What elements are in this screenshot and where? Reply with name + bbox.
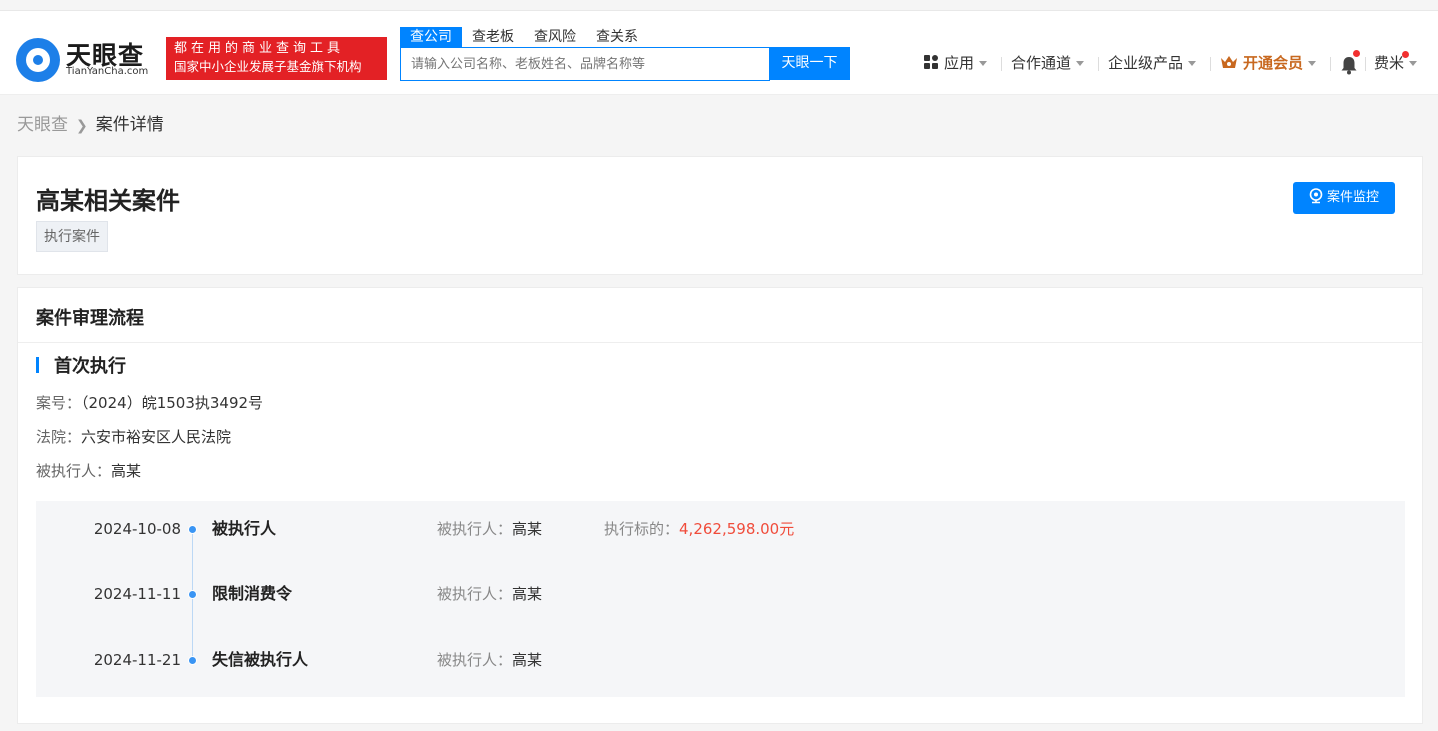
nav-divider bbox=[1365, 57, 1366, 71]
tab-search-company[interactable]: 查公司 bbox=[400, 27, 462, 47]
nav-divider bbox=[1330, 57, 1331, 71]
timeline-item: 2024-11-21 失信被执行人 被执行人：高某 bbox=[36, 648, 1405, 672]
search-input[interactable] bbox=[401, 48, 769, 80]
nav-cooperation[interactable]: 合作通道 bbox=[1011, 51, 1085, 75]
breadcrumb-home[interactable]: 天眼查 bbox=[17, 115, 68, 135]
timeline-dot bbox=[188, 525, 197, 534]
search-box bbox=[400, 47, 770, 81]
slogan-line-1: 都在用的商业查询工具 bbox=[174, 41, 345, 56]
party-label: 被执行人： bbox=[437, 520, 513, 538]
case-number-label: 案号： bbox=[36, 394, 82, 412]
timeline-event[interactable]: 被执行人 bbox=[212, 517, 276, 541]
chevron-down-icon bbox=[1188, 61, 1197, 66]
apps-grid-icon bbox=[924, 55, 939, 70]
nav-divider bbox=[1001, 57, 1002, 71]
notification-dot bbox=[1353, 50, 1360, 57]
timeline-date: 2024-11-21 bbox=[93, 651, 181, 669]
breadcrumb-current: 案件详情 bbox=[95, 115, 164, 135]
amount-label: 执行标的： bbox=[604, 520, 680, 538]
nav-enterprise[interactable]: 企业级产品 bbox=[1108, 51, 1197, 75]
case-process-card: 案件审理流程 首次执行 案号：（2024）皖1503执3492号 法院：六安市裕… bbox=[17, 287, 1423, 724]
tianyancha-logo[interactable]: 天眼查 TianYanCha.com bbox=[16, 36, 161, 84]
section-divider bbox=[18, 342, 1422, 343]
case-number-row: 案号：（2024）皖1503执3492号 bbox=[36, 392, 263, 413]
tab-search-boss[interactable]: 查老板 bbox=[462, 27, 524, 47]
tab-search-risk[interactable]: 查风险 bbox=[524, 27, 586, 47]
slogan-line-2: 国家中小企业发展子基金旗下机构 bbox=[174, 59, 362, 74]
breadcrumb: 天眼查 ❯ 案件详情 bbox=[17, 112, 164, 138]
chevron-down-icon bbox=[1308, 61, 1317, 66]
case-title: 高某相关案件 bbox=[36, 187, 180, 215]
crown-icon bbox=[1221, 56, 1237, 68]
nav-cooperation-label: 合作通道 bbox=[1011, 54, 1072, 72]
camera-monitor-icon bbox=[1309, 188, 1323, 204]
nav-vip-label: 开通会员 bbox=[1243, 54, 1304, 72]
case-timeline: 2024-10-08 被执行人 被执行人：高某 执行标的：4,262,598.0… bbox=[36, 501, 1405, 697]
party-value[interactable]: 高某 bbox=[512, 585, 542, 603]
amount-value: 4,262,598.00元 bbox=[679, 520, 795, 538]
defendant-value[interactable]: 高某 bbox=[111, 462, 141, 480]
case-number-value: （2024）皖1503执3492号 bbox=[81, 394, 264, 412]
defendant-row: 被执行人：高某 bbox=[36, 460, 141, 481]
nav-divider bbox=[1210, 57, 1211, 71]
search-button[interactable]: 天眼一下 bbox=[769, 47, 850, 80]
nav-apps[interactable]: 应用 bbox=[924, 51, 988, 75]
timeline-item: 2024-10-08 被执行人 被执行人：高某 执行标的：4,262,598.0… bbox=[36, 517, 1405, 541]
chevron-down-icon bbox=[1076, 61, 1085, 66]
bell-icon[interactable] bbox=[1340, 55, 1358, 75]
timeline-item: 2024-11-11 限制消费令 被执行人：高某 bbox=[36, 582, 1405, 606]
timeline-date: 2024-10-08 bbox=[93, 520, 181, 538]
timeline-party: 被执行人：高某 bbox=[437, 517, 542, 541]
case-monitor-button[interactable]: 案件监控 bbox=[1293, 182, 1395, 214]
user-name: 费米 bbox=[1374, 54, 1405, 72]
court-value[interactable]: 六安市裕安区人民法院 bbox=[81, 428, 231, 446]
timeline-dot bbox=[188, 590, 197, 599]
slogan-banner: 都在用的商业查询工具 国家中小企业发展子基金旗下机构 bbox=[166, 37, 387, 80]
court-label: 法院： bbox=[36, 428, 82, 446]
tab-search-relation[interactable]: 查关系 bbox=[586, 27, 648, 47]
timeline-date: 2024-11-11 bbox=[93, 585, 181, 603]
chevron-down-icon bbox=[979, 61, 988, 66]
party-value[interactable]: 高某 bbox=[512, 651, 542, 669]
chevron-right-icon: ❯ bbox=[76, 118, 88, 134]
nav-vip[interactable]: 开通会员 bbox=[1220, 51, 1317, 75]
section-title: 案件审理流程 bbox=[36, 308, 144, 329]
case-type-tag: 执行案件 bbox=[36, 221, 108, 252]
defendant-label: 被执行人： bbox=[36, 462, 112, 480]
timeline-event[interactable]: 限制消费令 bbox=[212, 582, 292, 606]
party-label: 被执行人： bbox=[437, 651, 513, 669]
timeline-amount: 执行标的：4,262,598.00元 bbox=[604, 517, 794, 541]
user-notification-dot bbox=[1402, 51, 1409, 58]
top-header: 天眼查 TianYanCha.com 都在用的商业查询工具 国家中小企业发展子基… bbox=[0, 10, 1438, 95]
stage-marker bbox=[36, 357, 39, 373]
case-monitor-label: 案件监控 bbox=[1326, 190, 1379, 205]
case-header-card: 高某相关案件 执行案件 案件监控 bbox=[17, 156, 1423, 275]
nav-enterprise-label: 企业级产品 bbox=[1108, 54, 1184, 72]
nav-apps-label: 应用 bbox=[944, 54, 975, 72]
timeline-party: 被执行人：高某 bbox=[437, 648, 542, 672]
logo-eye-icon bbox=[16, 38, 60, 82]
nav-divider bbox=[1098, 57, 1099, 71]
timeline-party: 被执行人：高某 bbox=[437, 582, 542, 606]
party-label: 被执行人： bbox=[437, 585, 513, 603]
party-value[interactable]: 高某 bbox=[512, 520, 542, 538]
timeline-event[interactable]: 失信被执行人 bbox=[212, 648, 308, 672]
timeline-dot bbox=[188, 656, 197, 665]
stage-title: 首次执行 bbox=[54, 356, 126, 377]
logo-domain: TianYanCha.com bbox=[66, 66, 149, 77]
court-row: 法院：六安市裕安区人民法院 bbox=[36, 426, 231, 447]
user-menu[interactable]: 费米 bbox=[1374, 51, 1418, 75]
chevron-down-icon bbox=[1409, 61, 1418, 66]
